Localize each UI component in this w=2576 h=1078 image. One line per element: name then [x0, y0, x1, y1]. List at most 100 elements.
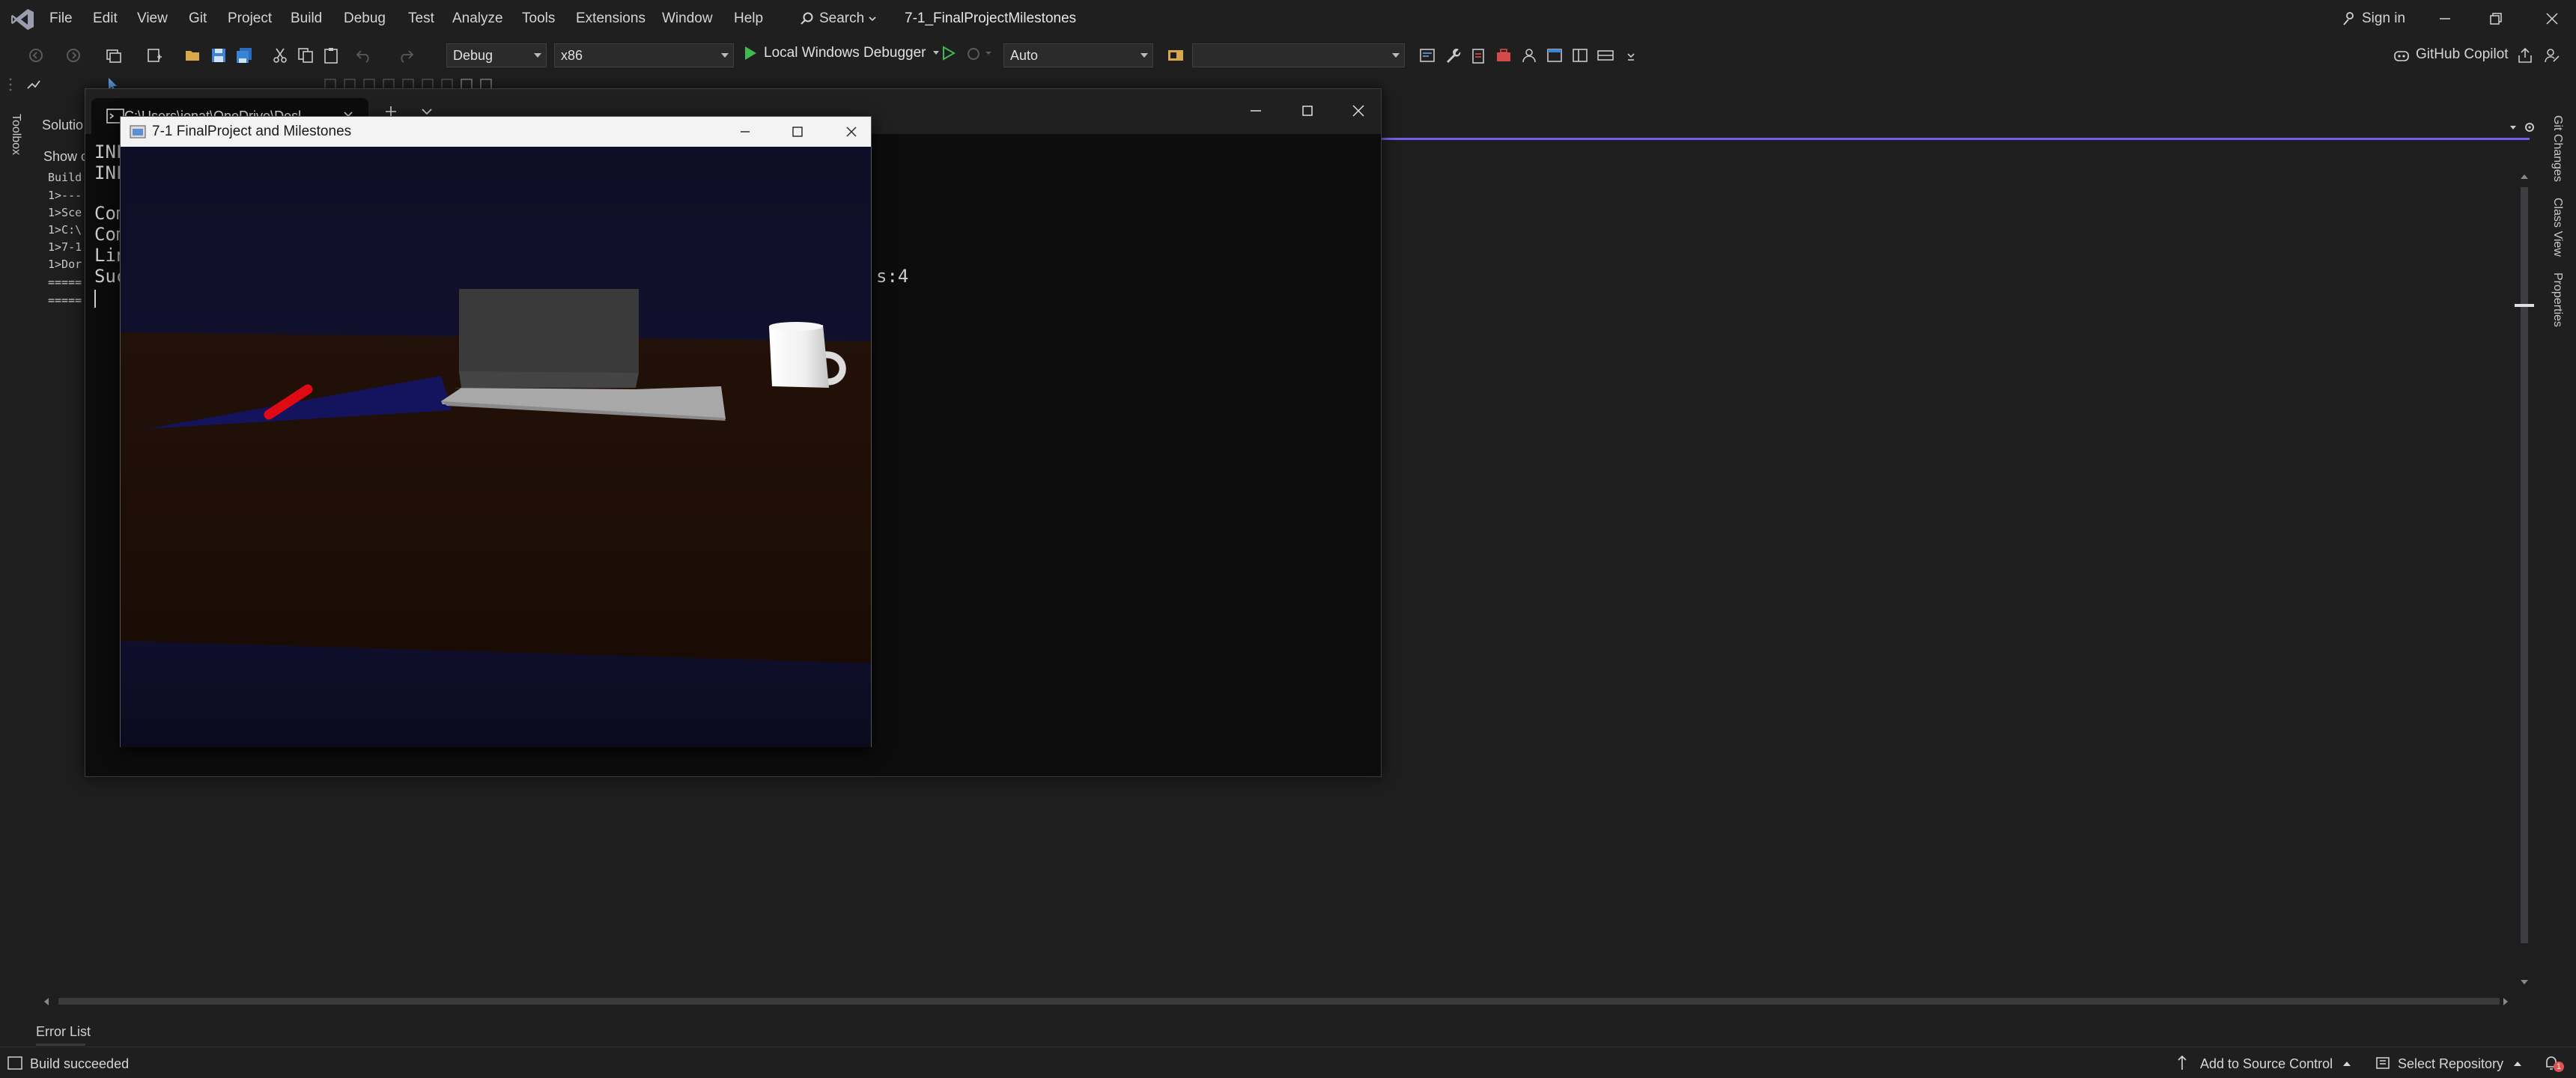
repository-icon — [2376, 1057, 2390, 1069]
cut-icon[interactable] — [271, 46, 289, 64]
status-bar: Build succeeded Add to Source Control Se… — [0, 1047, 2576, 1078]
minimize-icon[interactable] — [1245, 100, 1267, 122]
scroll-right-icon[interactable] — [2501, 996, 2510, 1007]
close-icon[interactable] — [841, 121, 862, 142]
redo-icon[interactable] — [397, 46, 415, 64]
menu-file[interactable]: File — [49, 10, 73, 27]
notifications-button[interactable]: 1 — [2543, 1053, 2566, 1073]
forward-icon[interactable] — [64, 46, 82, 64]
back-icon[interactable] — [27, 46, 45, 64]
menu-analyze[interactable]: Analyze — [452, 10, 503, 27]
active-tab-accent — [1378, 138, 2530, 140]
start-debugging-button[interactable]: Local Windows Debugger — [743, 45, 940, 61]
select-repository-button[interactable]: Select Repository — [2398, 1056, 2503, 1072]
menu-test[interactable]: Test — [408, 10, 434, 27]
window-icon[interactable] — [1546, 46, 1564, 64]
wrench-icon[interactable] — [1444, 46, 1462, 64]
arrow-up-icon — [2178, 1055, 2187, 1070]
maximize-icon[interactable] — [787, 121, 808, 142]
menu-project[interactable]: Project — [228, 10, 272, 27]
close-icon[interactable] — [1347, 100, 1370, 122]
undo-icon[interactable] — [355, 46, 373, 64]
output-icon[interactable] — [7, 1056, 22, 1070]
paste-icon[interactable] — [322, 46, 340, 64]
platform-select[interactable]: x86 — [554, 43, 734, 67]
chevron-up-icon[interactable] — [2513, 1061, 2522, 1067]
output-line: 1>7-1 — [48, 240, 82, 254]
restore-icon[interactable] — [2485, 7, 2507, 30]
class-view-tab[interactable]: Class View — [2551, 198, 2564, 257]
menu-extensions[interactable]: Extensions — [576, 10, 645, 27]
opengl-titlebar[interactable]: 7-1 FinalProject and Milestones — [121, 117, 871, 147]
layout-icon[interactable] — [1571, 46, 1589, 64]
save-icon[interactable] — [210, 46, 228, 64]
clipboard-icon[interactable] — [1469, 46, 1487, 64]
new-project-icon[interactable] — [105, 46, 123, 64]
scroll-down-icon[interactable] — [2519, 978, 2530, 987]
github-copilot-button[interactable]: GitHub Copilot — [2393, 46, 2509, 63]
chevron-down-icon[interactable] — [421, 107, 433, 116]
process-icon[interactable] — [1167, 46, 1185, 64]
opengl-window[interactable]: 7-1 FinalProject and Milestones — [120, 116, 872, 747]
panel-icon[interactable] — [1597, 46, 1614, 64]
start-without-debugging-icon[interactable] — [941, 45, 957, 61]
person-icon[interactable] — [1520, 46, 1538, 64]
minimize-icon[interactable] — [735, 121, 756, 142]
menu-tools[interactable]: Tools — [522, 10, 555, 27]
close-icon[interactable] — [2541, 7, 2563, 30]
toolbar-overflow-icon[interactable] — [1622, 46, 1640, 64]
chevron-down-icon — [869, 16, 876, 22]
add-to-source-control-button[interactable]: Add to Source Control — [2200, 1056, 2333, 1072]
toolbox-icon[interactable] — [1495, 46, 1513, 64]
scroll-thumb[interactable] — [2521, 187, 2528, 943]
solution-explorer-tab[interactable]: Solutio — [42, 118, 83, 133]
copilot-label: GitHub Copilot — [2416, 46, 2509, 62]
menu-build[interactable]: Build — [291, 10, 322, 27]
visual-studio-logo[interactable] — [10, 8, 34, 31]
console-cursor — [94, 290, 96, 308]
open-folder-icon[interactable] — [184, 46, 202, 64]
menu-view[interactable]: View — [137, 10, 168, 27]
error-list-tab[interactable]: Error List — [36, 1024, 91, 1040]
scroll-thumb[interactable] — [58, 998, 2500, 1005]
search-icon — [801, 12, 813, 25]
sign-in-button[interactable]: Sign in — [2341, 10, 2405, 27]
tab-options-icon[interactable] — [2507, 120, 2537, 135]
minimize-icon[interactable] — [2434, 7, 2456, 30]
bookmark-icon[interactable] — [1418, 46, 1436, 64]
toolbox-tab[interactable]: Toolbox — [9, 114, 22, 155]
menu-help[interactable]: Help — [734, 10, 763, 27]
feedback-icon[interactable] — [2543, 46, 2561, 64]
show-all-files-label[interactable]: Show c — [43, 149, 88, 165]
maximize-icon[interactable] — [1296, 100, 1319, 122]
sign-in-icon — [2343, 12, 2354, 25]
horizontal-scrollbar[interactable] — [36, 993, 2516, 1009]
opengl-render-canvas[interactable] — [121, 147, 871, 747]
add-item-icon[interactable] — [145, 46, 163, 64]
app-icon — [130, 125, 146, 138]
search-box[interactable]: Search — [794, 6, 882, 31]
menu-window[interactable]: Window — [662, 10, 713, 27]
menu-git[interactable]: Git — [189, 10, 207, 27]
copy-icon[interactable] — [297, 46, 315, 64]
scroll-up-icon[interactable] — [2519, 172, 2530, 181]
properties-tab[interactable]: Properties — [2551, 272, 2564, 327]
hot-reload-icon[interactable] — [966, 46, 991, 61]
configuration-select[interactable]: Debug — [446, 43, 547, 67]
scroll-position-marker — [2515, 304, 2534, 307]
toolbar-grip-icon[interactable] — [7, 75, 16, 94]
output-line: 1>--- — [48, 189, 82, 202]
right-tool-strip: Git Changes Class View Properties — [2540, 105, 2576, 1026]
thread-select[interactable] — [1192, 43, 1405, 67]
chevron-up-icon[interactable] — [2342, 1061, 2351, 1067]
menu-debug[interactable]: Debug — [344, 10, 386, 27]
format-icon[interactable] — [25, 76, 42, 93]
vertical-scrollbar[interactable] — [2515, 172, 2534, 996]
menu-edit[interactable]: Edit — [93, 10, 118, 27]
save-all-icon[interactable] — [235, 46, 253, 64]
share-icon[interactable] — [2516, 46, 2534, 64]
git-changes-tab[interactable]: Git Changes — [2551, 115, 2564, 182]
chevron-down-icon — [932, 51, 939, 55]
stack-frame-select[interactable]: Auto — [1003, 43, 1153, 67]
scroll-left-icon[interactable] — [42, 996, 51, 1007]
